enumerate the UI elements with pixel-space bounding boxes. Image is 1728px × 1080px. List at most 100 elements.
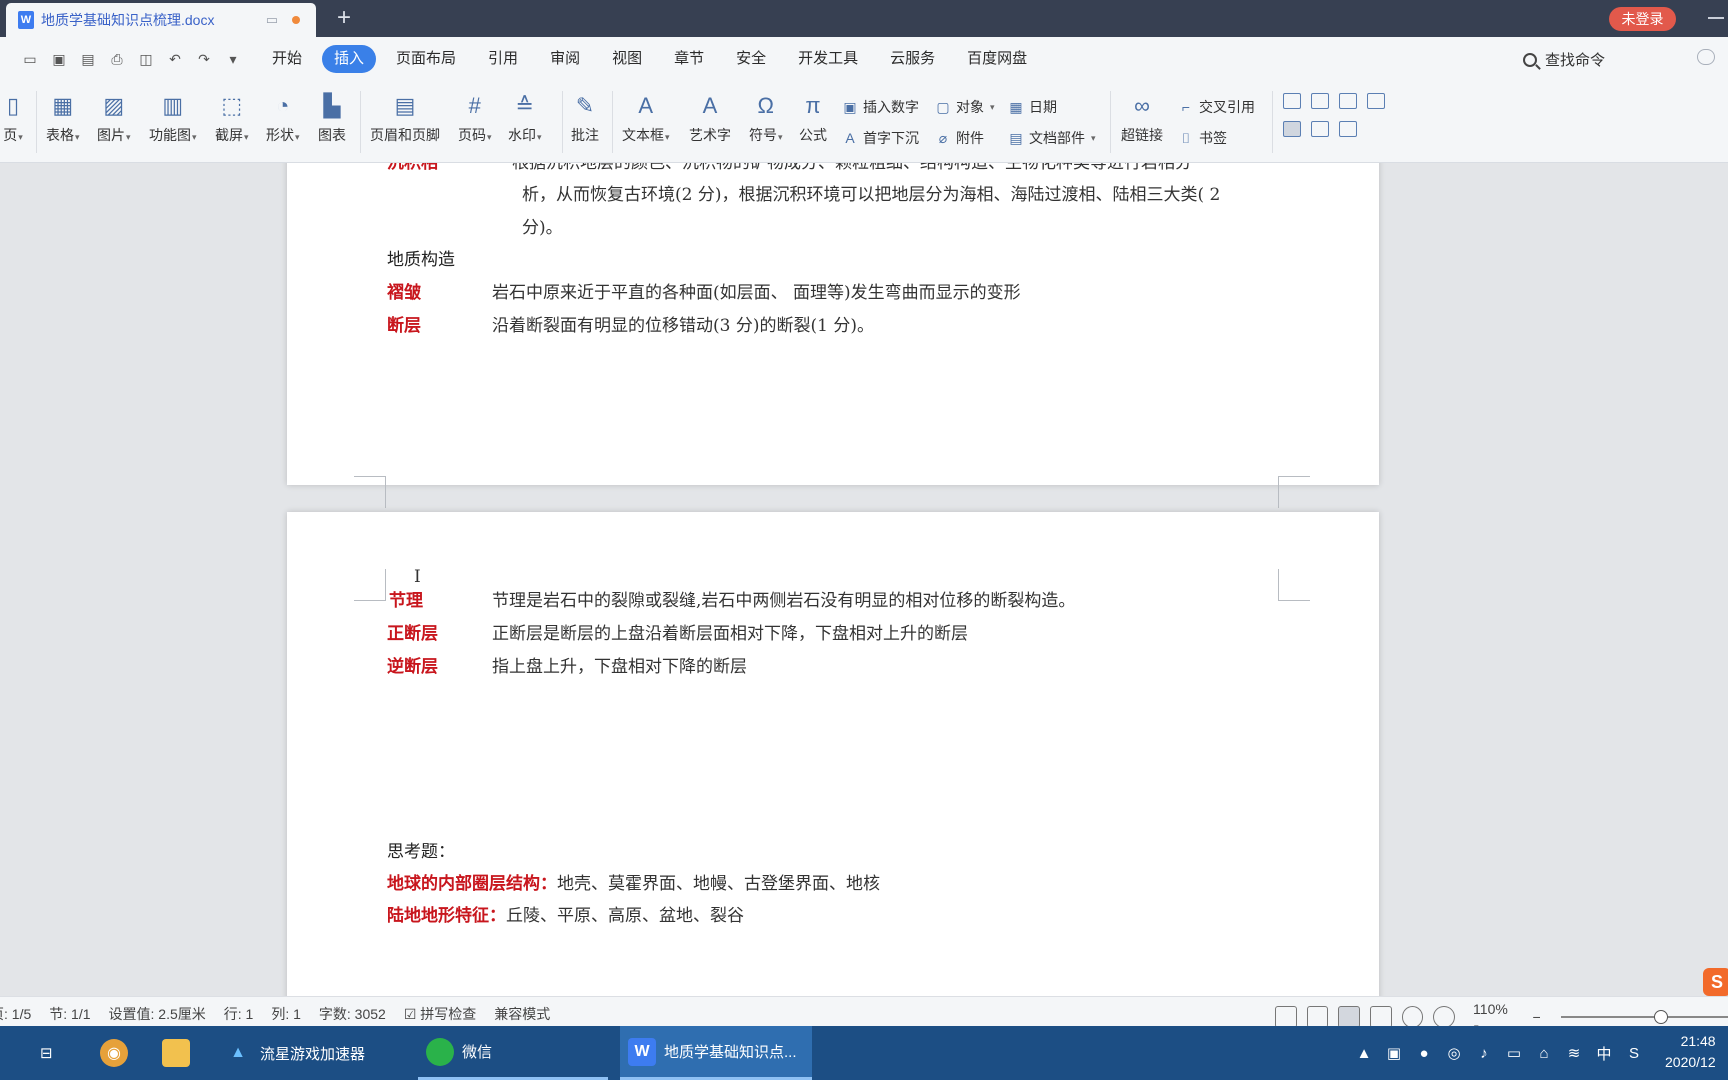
ime-indicator[interactable]: 中 — [1595, 1043, 1613, 1064]
section-indicator[interactable]: 节: 1/1 — [49, 1004, 90, 1024]
eye-protection-icon[interactable] — [1433, 1006, 1456, 1028]
menu-cloud[interactable]: 云服务 — [878, 45, 947, 73]
shape-button[interactable]: ◔ 形状▾ — [266, 83, 300, 145]
object-button[interactable]: ▢ 对象 ▾ — [935, 97, 994, 117]
menu-home[interactable]: 开始 — [260, 45, 314, 73]
checkbox-control-icon[interactable] — [1311, 93, 1329, 109]
screenshot-icon: ⬚ — [221, 93, 243, 118]
open-icon[interactable]: ▭ — [22, 51, 38, 68]
setting-value[interactable]: 设置值: 2.5厘米 — [109, 1004, 206, 1024]
group-control-icon[interactable] — [1339, 121, 1357, 137]
attachment-button[interactable]: ⌀ 附件 — [935, 128, 984, 148]
textbox-button[interactable]: A 文本框▾ — [622, 83, 670, 145]
zoom-slider-thumb[interactable] — [1653, 1010, 1668, 1024]
formula-button[interactable]: π 公式 — [799, 83, 827, 145]
wordart-button[interactable]: A 艺术字 — [689, 83, 731, 145]
header-footer-button[interactable]: ▤ 页眉和页脚 — [370, 83, 440, 145]
picture-button[interactable]: ▨ 图片▾ — [97, 83, 131, 145]
bookmark-button[interactable]: ⌷ 书签 — [1178, 128, 1227, 148]
doc-parts-button[interactable]: ▤ 文档部件 ▾ — [1008, 128, 1095, 148]
page-view-icon[interactable] — [1338, 1006, 1361, 1028]
taskbar-app-wps[interactable]: W 地质学基础知识点... — [620, 1026, 812, 1080]
save-icon[interactable]: ▣ — [51, 51, 67, 68]
fullscreen-view-icon[interactable] — [1275, 1006, 1297, 1028]
watermark-button[interactable]: ≙ 水印▾ — [508, 83, 542, 145]
function-chart-button[interactable]: ▥ 功能图▾ — [149, 83, 197, 145]
image-control-icon[interactable] — [1311, 121, 1329, 137]
chrome-icon[interactable]: ◉ — [100, 1026, 136, 1080]
watermark-icon: ≙ — [515, 93, 534, 118]
drop-cap-button[interactable]: A 首字下沉 — [842, 128, 919, 148]
customize-icon[interactable]: ▾ — [225, 51, 241, 68]
date-button[interactable]: ▦ 日期 — [1008, 97, 1057, 117]
screenshot-button[interactable]: ⬚ 截屏▾ — [215, 83, 249, 145]
document-workspace[interactable]: 沉积相 根据沉积地层的颜色、沉积物的矿物成分、颗粒粗细、结构构造、生物化种类等进… — [0, 163, 1728, 996]
file-explorer-icon[interactable] — [162, 1026, 198, 1080]
paperclip-icon: ⌀ — [938, 129, 948, 146]
frame-control-icon[interactable] — [1283, 121, 1301, 137]
combo-control-icon[interactable] — [1367, 93, 1385, 109]
menu-review[interactable]: 审阅 — [538, 45, 592, 73]
undo-icon[interactable]: ↶ — [167, 51, 183, 68]
tray-app-icon[interactable]: ▣ — [1385, 1044, 1403, 1062]
tray-wechat-icon[interactable]: ● — [1415, 1045, 1433, 1062]
task-view-icon[interactable]: ⊟ — [40, 1026, 68, 1080]
definition-text: 指上盘上升，下盘相对下降的断层 — [492, 657, 747, 677]
comment-button[interactable]: ✎ 批注 — [571, 83, 599, 145]
print-icon[interactable]: ⎙ — [109, 51, 125, 68]
symbol-button[interactable]: Ω 符号▾ — [749, 83, 783, 145]
print-preview-icon[interactable]: ◫ — [138, 51, 154, 68]
login-button[interactable]: 未登录 — [1609, 7, 1676, 31]
chart-button[interactable]: ▙ 图表 — [318, 83, 346, 145]
reading-view-icon[interactable] — [1306, 1006, 1329, 1028]
menu-view[interactable]: 视图 — [600, 45, 654, 73]
menu-page-layout[interactable]: 页面布局 — [384, 45, 468, 73]
listbox-control-icon[interactable] — [1339, 93, 1357, 109]
start-icon[interactable]: ○ — [0, 1026, 12, 1080]
battery-icon[interactable]: ▭ — [1505, 1044, 1523, 1062]
feedback-icon[interactable] — [1697, 49, 1715, 65]
volume-icon[interactable]: ♪ — [1475, 1045, 1493, 1062]
menu-insert[interactable]: 插入 — [322, 45, 377, 73]
find-command[interactable]: 查找命令 — [1523, 49, 1605, 70]
security-icon[interactable]: ⌂ — [1535, 1045, 1553, 1062]
minimize-icon[interactable] — [1708, 17, 1724, 19]
picture-icon: ▨ — [103, 93, 125, 118]
insert-number-button[interactable]: ▣ 插入数字 — [842, 97, 919, 117]
tray-network-icon[interactable]: ◎ — [1445, 1044, 1463, 1062]
web-view-icon[interactable] — [1401, 1006, 1424, 1028]
zoom-out-icon[interactable]: − — [1533, 1009, 1541, 1025]
window-mode-icon[interactable]: ▭ — [266, 12, 278, 28]
clock[interactable]: 21:48 2020/12 — [1665, 1031, 1716, 1073]
zoom-slider[interactable] — [1560, 1010, 1728, 1024]
tray-sogou-icon[interactable]: S — [1625, 1045, 1643, 1062]
definition-text: 根据沉积地层的颜色、沉积物的矿物成分、颗粒粗细、结构构造、生物化种类等进行岩相分 — [512, 163, 1192, 173]
new-tab-button[interactable]: + — [330, 4, 358, 32]
hyperlink-button[interactable]: ∞ 超链接 — [1121, 83, 1163, 145]
export-pdf-icon[interactable]: ▤ — [80, 51, 96, 68]
table-icon: ▦ — [52, 93, 74, 118]
page-button[interactable]: ▯ 页▾ — [0, 83, 26, 145]
menu-security[interactable]: 安全 — [724, 45, 778, 73]
menu-references[interactable]: 引用 — [476, 45, 530, 73]
page-number-button[interactable]: # 页码▾ — [458, 83, 492, 145]
outline-view-icon[interactable] — [1370, 1006, 1392, 1028]
redo-icon[interactable]: ↷ — [196, 51, 212, 68]
menu-baidu-drive[interactable]: 百度网盘 — [955, 45, 1039, 73]
table-button[interactable]: ▦ 表格▾ — [46, 83, 80, 145]
taskbar-app-accelerator[interactable]: ▲ 流星游戏加速器 — [216, 1026, 406, 1080]
word-count[interactable]: 字数: 3052 — [319, 1004, 386, 1024]
menu-bar: ▭ ▣ ▤ ⎙ ◫ ↶ ↷ ▾ 开始 插入 页面布局 引用 审阅 视图 章节 安… — [0, 37, 1728, 83]
menu-chapter[interactable]: 章节 — [662, 45, 716, 73]
sogou-ime-icon[interactable]: S — [1703, 968, 1728, 996]
ribbon-divider — [1272, 91, 1273, 153]
taskbar-app-wechat[interactable]: 微信 — [418, 1026, 608, 1080]
spell-check-toggle[interactable]: ☑ 拼写检查 — [404, 1004, 476, 1024]
page-indicator[interactable]: 页: 1/5 — [0, 1004, 31, 1024]
menu-developer[interactable]: 开发工具 — [786, 45, 870, 73]
document-tab[interactable]: W 地质学基础知识点梳理.docx ▭ — [6, 3, 316, 37]
cross-ref-button[interactable]: ⌐ 交叉引用 — [1178, 97, 1255, 117]
text-field-icon[interactable] — [1283, 93, 1301, 109]
tray-accelerator-icon[interactable]: ▲ — [1355, 1045, 1373, 1062]
wifi-icon[interactable]: ≋ — [1565, 1044, 1583, 1062]
